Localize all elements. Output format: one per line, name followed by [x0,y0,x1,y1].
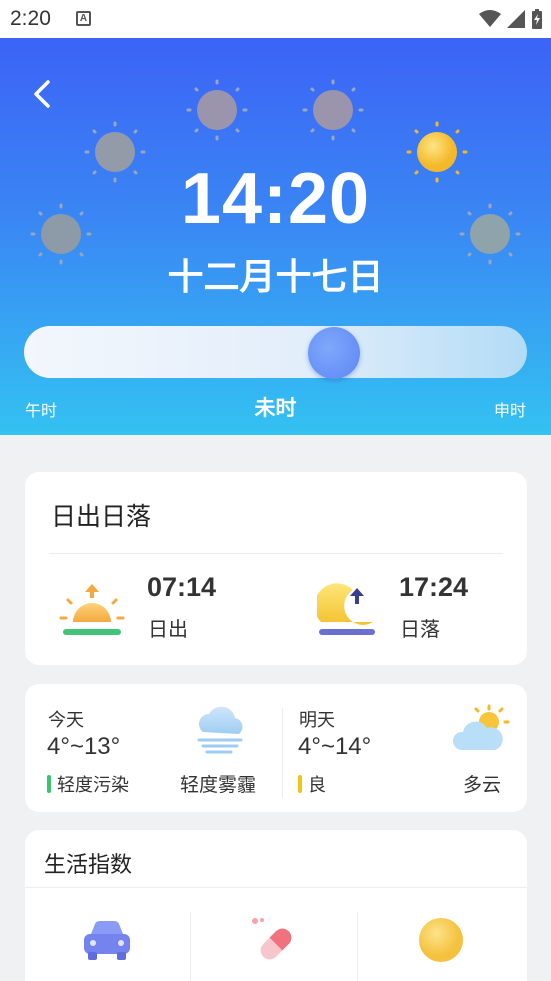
divider [282,708,283,798]
status-bar: 2:20 A [0,0,551,38]
today-aqi-text: 轻度污染 [57,775,129,795]
sun-card-title: 日出日落 [51,503,152,531]
life-index-card: 生活指数 [25,830,527,981]
time-header: 14:20 十二月十七日 午时 未时 申时 [0,38,551,435]
time-slider-track[interactable] [24,326,527,378]
tomorrow-aqi: 良 [298,771,326,797]
tomorrow-aqi-text: 良 [308,775,326,795]
haze-icon [197,706,243,754]
system-icons [479,8,543,30]
sunrise-label: 日出 [148,619,188,641]
aqi-indicator [298,775,302,793]
today-label: 今天 [48,710,84,730]
forecast-card[interactable]: 今天 4°~13° 轻度污染 轻度雾霾 明天 4°~14° 良 多云 [25,684,527,812]
partly-cloudy-icon [453,704,510,750]
back-icon[interactable] [28,76,58,112]
pill-icon[interactable] [250,916,298,964]
sunset-icon [317,583,375,635]
car-icon[interactable] [81,918,133,962]
sunrise-sunset-card: 日出日落 07:14 日出 17:24 日落 [25,472,527,665]
lunar-date: 十二月十七日 [167,256,384,297]
sunrise-time: 07:14 [147,572,217,602]
status-time: 2:20 [10,7,51,30]
divider [49,553,503,554]
divider [357,912,358,981]
slider-current-label: 未时 [254,397,297,420]
wifi-icon [479,10,501,27]
divider [25,887,527,888]
tomorrow-condition: 多云 [463,775,502,796]
tomorrow-temp: 4°~14° [298,733,372,760]
life-index-title: 生活指数 [44,852,133,877]
sunset-time: 17:24 [399,572,469,602]
divider [190,912,191,981]
hour-sun-icon [186,79,248,141]
slider-right-label: 申时 [493,403,526,420]
aqi-indicator [47,775,51,793]
current-time: 14:20 [180,159,371,239]
tomorrow-label: 明天 [299,710,335,730]
today-temp: 4°~13° [47,733,121,760]
today-aqi: 轻度污染 [47,771,129,797]
sun-icon[interactable] [417,916,465,964]
time-slider-thumb[interactable] [308,327,360,379]
sunset-label: 日落 [400,619,440,641]
today-condition: 轻度雾霾 [180,775,257,796]
signal-icon [507,10,525,28]
battery-icon [532,9,542,29]
sunrise-icon [59,584,125,635]
a-icon: A [76,11,91,26]
hour-sun-icon [302,79,364,141]
